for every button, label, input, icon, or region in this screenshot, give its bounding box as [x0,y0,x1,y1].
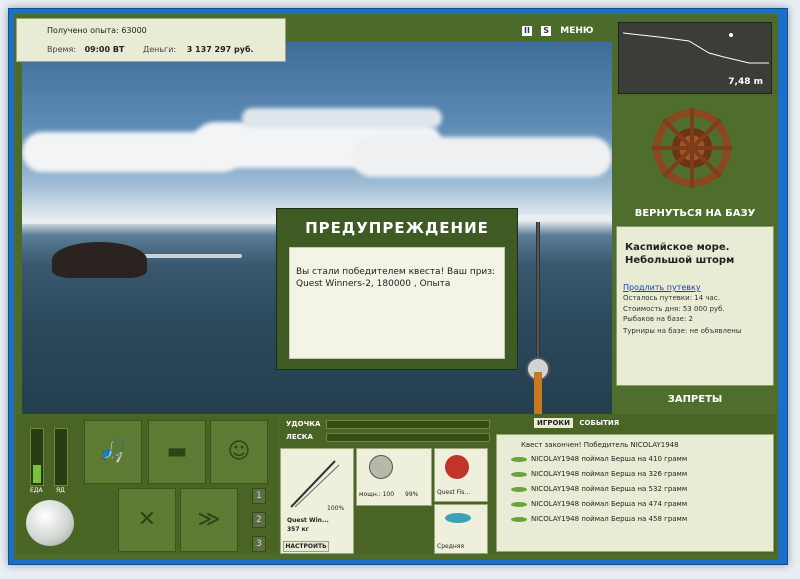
warning-dialog[interactable]: ПРЕДУПРЕЖДЕНИЕ Вы стали победителем квес… [276,208,518,370]
warning-title: ПРЕДУПРЕЖДЕНИЕ [305,219,489,237]
days-left: Осталось путевки: 14 час. [623,294,720,302]
time-label: Время: [47,45,77,54]
money-label: Деньги: [142,45,177,54]
reel-power: мощн.: 100 [359,491,395,498]
fish-icon [511,516,527,522]
lure-slot[interactable]: Средняя [434,504,488,554]
rod-equip-slot[interactable]: 100% Quest Win... 357 кг НАСТРОИТЬ [280,448,354,554]
rod-label: УДОЧКА [286,420,321,428]
warning-body: Вы стали победителем квеста! Ваш приз: Q… [289,247,505,359]
rod-name: Quest Win... [287,517,329,524]
warning-message: Вы стали победителем квеста! Ваш приз: Q… [296,267,496,289]
rod-equip-icon [290,460,340,508]
tournaments-status: Турниры на базе: не объявлены [623,327,742,335]
location-box: Каспийское море. Небольшой шторм Продлит… [616,226,774,386]
fish-icon [511,486,527,492]
lure-icon [445,513,471,523]
sound-button[interactable]: S [541,26,552,36]
fisherman-icon: ☺ [227,439,251,464]
rod-percent: 100% [327,505,345,512]
fishers-count: Рыбаков на базе: 2 [623,315,693,323]
return-base-button[interactable]: ВЕРНУТЬСЯ НА БАЗУ [620,208,770,219]
feed-line: NICOLAY1948 поймал Берша на 458 грамм [531,515,688,523]
rod-weight: 357 кг [287,526,309,533]
rod-tension-bar [326,420,490,429]
feed-line: Квест закончен! Победитель NICOLAY1948 [521,441,679,449]
feed-line: NICOLAY1948 поймал Берша на 326 грамм [531,470,688,478]
bait-slot[interactable]: Quest Fis... [434,448,488,502]
events-feed: Квест закончен! Победитель NICOLAY1948 N… [496,434,774,552]
page-2-button[interactable]: 2 [252,512,266,528]
weather-text: Небольшой шторм [625,255,735,266]
fork-knife-icon: ✕ [137,507,157,532]
money-value: 3 137 297 руб. [186,45,254,54]
box-slot[interactable]: ▬ [148,420,206,484]
feed-line: NICOLAY1948 поймал Берша на 474 грамм [531,500,688,508]
top-controls: II S МЕНЮ [522,26,593,36]
poison-meter [54,428,68,486]
fish-icon: ≫ [197,507,221,532]
depth-map[interactable]: 7,48 m [618,22,772,94]
line-tension-bar [326,433,490,442]
reel-equip-slot[interactable]: мощн.: 100 99% [356,448,432,506]
line-label: ЛЕСКА [286,433,313,441]
location-name: Каспийское море. [625,242,730,253]
reel-equip-icon [369,455,393,479]
page-3-button[interactable]: 3 [252,536,266,552]
feed-line: NICOLAY1948 поймал Берша на 410 грамм [531,455,688,463]
menu-button[interactable]: МЕНЮ [560,26,593,36]
tab-players[interactable]: ИГРОКИ [534,418,573,428]
fish-icon [511,456,527,462]
depth-readout: 7,48 m [728,77,763,87]
bans-button[interactable]: ЗАПРЕТЫ [620,394,770,405]
food-slot[interactable]: ✕ [118,488,176,552]
bait-name: Quest Fis... [437,489,471,496]
fish-icon [511,501,527,507]
feed-line: NICOLAY1948 поймал Берша на 532 грамм [531,485,688,493]
setup-button[interactable]: НАСТРОИТЬ [283,541,329,552]
rod-icon: 🎣 [99,439,127,464]
rod-handle [534,372,542,414]
extend-trip-link[interactable]: Продлить путевку [623,283,701,292]
player-info: Получено опыта: 63000 Время: 09:00 ВТ Де… [16,18,286,62]
time-value: 09:00 ВТ [84,45,125,54]
tackle-box-icon: ▬ [166,439,188,464]
lure-name: Средняя [437,543,464,550]
day-cost: Стоимость дня: 53 000 руб. [623,305,725,313]
rod-slot[interactable]: 🎣 [84,420,142,484]
food-meter [30,428,44,486]
cauldron-icon[interactable] [26,500,74,546]
page-1-button[interactable]: 1 [252,488,266,504]
tab-events[interactable]: СОБЫТИЯ [579,419,619,427]
poison-label: ЯД [56,487,65,494]
ship-wheel-icon[interactable] [652,108,732,188]
pause-button[interactable]: II [522,26,532,36]
fisherman-slot[interactable]: ☺ [210,420,268,484]
reel-percent: 99% [405,491,419,498]
fish-slot[interactable]: ≫ [180,488,238,552]
rock [52,242,147,278]
fish-icon [511,471,527,477]
events-panel: ИГРОКИ СОБЫТИЯ Квест закончен! Победител… [492,414,776,554]
food-label: ЕДА [30,487,43,494]
experience-text: Получено опыта: 63000 [47,26,147,35]
bait-icon [445,455,469,479]
